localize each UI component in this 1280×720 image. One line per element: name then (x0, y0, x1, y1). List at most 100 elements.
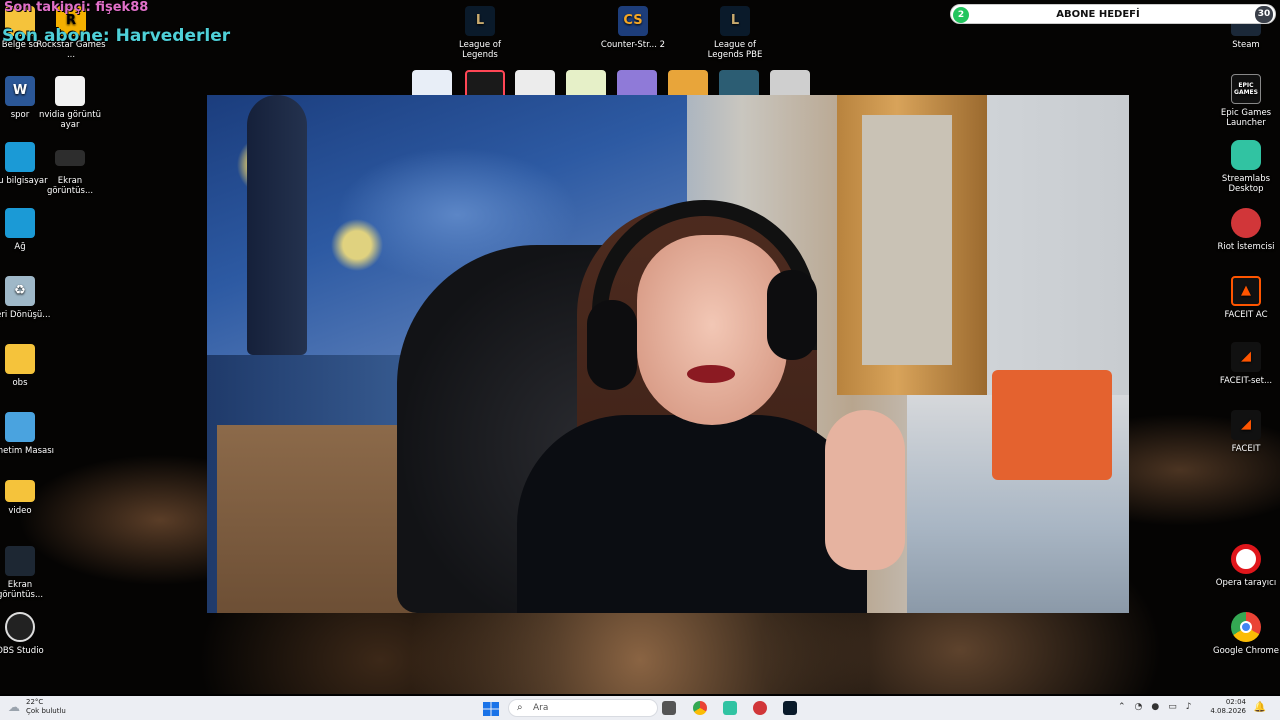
faceit-setup-icon: ◢ (1231, 342, 1261, 372)
subscriber-goal-label: ABONE HEDEFİ (1056, 9, 1140, 20)
desktop-icon-label: FACEIT AC (1224, 310, 1268, 320)
webcam-headphone-earcup-right (767, 270, 817, 360)
desktop-icon-streamlabs[interactable]: Streamlabs Desktop (1210, 140, 1280, 194)
microphone-icon[interactable]: ● (1151, 702, 1159, 712)
chevron-up-icon[interactable]: ⌃ (1118, 702, 1126, 712)
webcam-person-shirt (517, 415, 867, 613)
document-icon (55, 76, 85, 106)
computer-icon (5, 142, 35, 172)
weather-widget[interactable]: ☁ 22°C Çok bulutlu (8, 698, 66, 716)
task-view-icon[interactable] (662, 701, 676, 715)
folder-icon (5, 344, 35, 374)
start-button[interactable] (483, 701, 499, 716)
taskbar-clock[interactable]: 02:04 4.08.2026 (1210, 698, 1246, 716)
riot-icon (1231, 208, 1261, 238)
desktop-icon-label: video (8, 506, 32, 516)
league-icon: L (465, 6, 495, 36)
desktop-icon-label: Opera tarayıcı (1215, 578, 1277, 588)
desktop-icon-counter-strike[interactable]: CS Counter-Str... 2 (597, 6, 669, 50)
webcam-feed (207, 95, 1129, 613)
desktop-icon-league[interactable]: L League of Legends (444, 6, 516, 60)
desktop-icon-network[interactable]: Ağ (0, 208, 56, 252)
counter-strike-icon: CS (618, 6, 648, 36)
weather-desc: Çok bulutlu (26, 707, 66, 715)
desktop-icon-label: obs (12, 378, 28, 388)
desktop-icon-label: FACEIT-set... (1219, 376, 1273, 386)
desktop-icon-label: Counter-Str... 2 (600, 40, 666, 50)
screenshot-icon (5, 546, 35, 576)
desktop-icon-recycle-bin[interactable]: ♻ Geri Dönüşü... (0, 276, 56, 320)
desktop-icon-nvidia[interactable]: nvidia görüntü ayar (34, 76, 106, 130)
desktop-icon-label: Streamlabs Desktop (1221, 174, 1271, 194)
desktop-icon-faceit[interactable]: ◢ FACEIT (1210, 410, 1280, 454)
desktop-icon-label: Google Chrome (1212, 646, 1280, 656)
system-tray: ⌃ ◔ ● ▭ ♪ (1118, 702, 1192, 712)
subscriber-goal-bar: 2 ABONE HEDEFİ 30 (950, 4, 1276, 24)
desktop-icon-label: Ekran görüntüs... (46, 176, 94, 196)
desktop-icon-label: Geri Dönüşü... (0, 310, 51, 320)
streamlabs-icon (1231, 140, 1261, 170)
video-folder-icon (5, 480, 35, 502)
opera-icon (1231, 544, 1261, 574)
webcam-door-glass (862, 115, 952, 365)
desktop-icon-league-pbe[interactable]: L League of Legends PBE (699, 6, 771, 60)
subscriber-goal-target: 30 (1255, 6, 1273, 23)
desktop-icon-epic[interactable]: EPIC GAMES Epic Games Launcher (1210, 74, 1280, 128)
chrome-icon (1231, 612, 1261, 642)
clock-date: 4.08.2026 (1210, 707, 1246, 715)
desktop-icon-screenshot-2[interactable]: Ekran görüntüs... (0, 546, 56, 600)
desktop-icon-opera[interactable]: Opera tarayıcı (1210, 544, 1280, 588)
desktop-icon-obs-studio[interactable]: OBS Studio (0, 612, 56, 656)
desktop-icon-riot[interactable]: Riot İstemcisi (1210, 208, 1280, 252)
desktop-icon-label: Steam (1232, 40, 1260, 50)
windows-icon (483, 702, 499, 716)
control-panel-icon (5, 412, 35, 442)
taskbar: ☁ 22°C Çok bulutlu ⌕ Ara ⌃ ◔ ● ▭ ♪ 02:04… (0, 696, 1280, 720)
desktop-icon-control-panel[interactable]: Denetim Masası (0, 412, 56, 456)
webcam-painting-tree (247, 95, 307, 355)
desktop-icon-faceit-ac[interactable]: ▲ FACEIT AC (1210, 276, 1280, 320)
desktop-icon-label: League of Legends PBE (707, 40, 763, 60)
screenshot-icon (55, 150, 85, 166)
last-subscriber-overlay: Son abone: Harvederler (2, 26, 231, 46)
cloud-icon: ☁ (8, 700, 20, 714)
taskbar-search[interactable]: ⌕ Ara (508, 699, 658, 717)
weather-temp: 22°C (26, 698, 44, 706)
chrome-taskbar-icon[interactable] (693, 701, 707, 715)
obs-icon (5, 612, 35, 642)
faceit-ac-icon: ▲ (1231, 276, 1261, 306)
desktop-icon-chrome[interactable]: Google Chrome (1210, 612, 1280, 656)
search-icon: ⌕ (517, 702, 523, 713)
desktop-icon-video[interactable]: video (0, 480, 56, 516)
recycle-bin-icon: ♻ (5, 276, 35, 306)
webcam-person-hand (825, 410, 905, 570)
word-doc-icon: W (5, 76, 35, 106)
streamlabs-taskbar-icon[interactable] (723, 701, 737, 715)
desktop-icon-label: Riot İstemcisi (1217, 242, 1275, 252)
notification-bell-icon[interactable]: 🔔 (1254, 702, 1266, 713)
display-icon[interactable]: ▭ (1168, 702, 1177, 712)
desktop-icon-label: OBS Studio (0, 646, 44, 656)
network-tray-icon[interactable]: ◔ (1135, 702, 1143, 712)
desktop-icon-label: Ekran görüntüs... (0, 580, 44, 600)
network-icon (5, 208, 35, 238)
faceit-icon: ◢ (1231, 410, 1261, 440)
desktop-icon-label: Ağ (14, 242, 26, 252)
riot-taskbar-icon[interactable] (753, 701, 767, 715)
search-placeholder: Ara (533, 703, 549, 713)
volume-icon[interactable]: ♪ (1186, 702, 1192, 712)
epic-games-icon: EPIC GAMES (1231, 74, 1261, 104)
desktop-icon-faceit-setup[interactable]: ◢ FACEIT-set... (1210, 342, 1280, 386)
league-pbe-icon: L (720, 6, 750, 36)
webcam-person-lips (687, 365, 735, 383)
league-taskbar-icon[interactable] (783, 701, 797, 715)
desktop-icon-label: nvidia görüntü ayar (38, 110, 102, 130)
desktop-icon-label: Denetim Masası (0, 446, 55, 456)
desktop-icon-obs-folder[interactable]: obs (0, 344, 56, 388)
desktop-icon-label: FACEIT (1231, 444, 1261, 454)
epic-logo-text: EPIC GAMES (1234, 82, 1258, 96)
desktop-icon-screenshot-1[interactable]: Ekran görüntüs... (34, 142, 106, 196)
webcam-cushion (992, 370, 1112, 480)
desktop-icon-label: Epic Games Launcher (1220, 108, 1272, 128)
desktop-icon-label: League of Legends (459, 40, 501, 60)
